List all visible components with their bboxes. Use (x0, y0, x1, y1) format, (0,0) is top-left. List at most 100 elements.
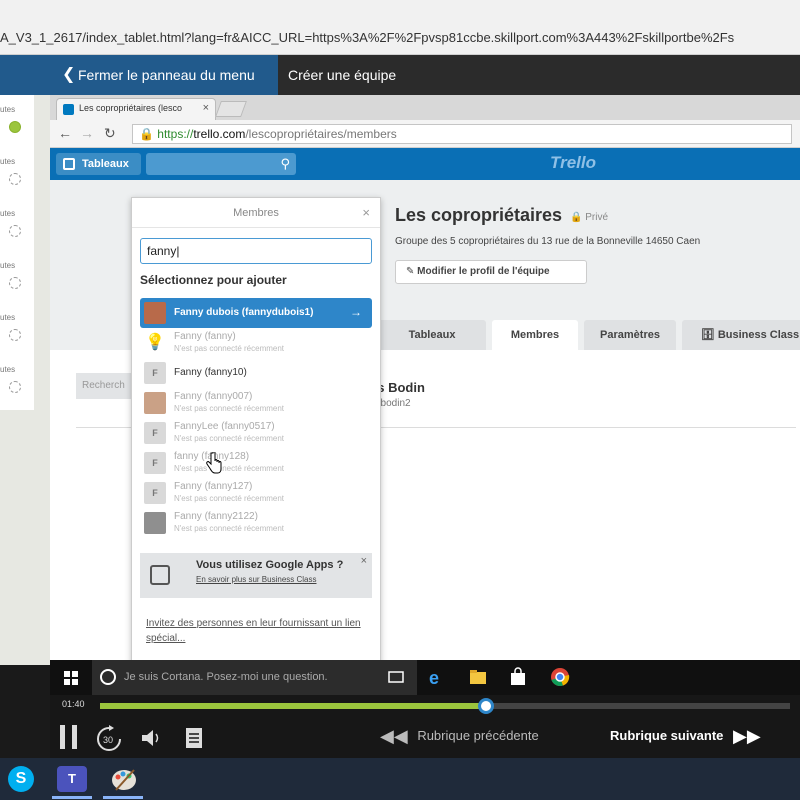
transcript-icon[interactable] (184, 727, 204, 749)
screen: A_V3_1_2617/index_tablet.html?lang=fr&AI… (0, 0, 800, 800)
course-header: ❮ Fermer le panneau du menu Créer une éq… (0, 55, 800, 95)
trello-header: Tableaux ⚲ Trello (50, 148, 800, 180)
member-search-input[interactable]: Recherch (76, 373, 136, 399)
member-search-field[interactable]: fanny| (140, 238, 372, 264)
avatar: F (144, 362, 166, 384)
replay-label: 30 (103, 735, 113, 745)
incomplete-status-icon (9, 225, 21, 237)
trello-search-input[interactable]: ⚲ (146, 153, 296, 175)
incomplete-status-icon (9, 277, 21, 289)
progress-handle[interactable] (478, 698, 495, 714)
member-result-status: N'est pas connecté récemment (174, 344, 285, 353)
close-menu-panel-button[interactable]: ❮ Fermer le panneau du menu (0, 55, 278, 95)
file-explorer-icon[interactable] (468, 667, 488, 687)
next-topic-button[interactable]: Rubrique suivante ▶▶ (610, 726, 761, 747)
tab-bar: Les copropriétaires (lesco × (50, 95, 800, 120)
forward-icon[interactable]: → (80, 125, 94, 141)
member-result-item[interactable]: Ffanny (fanny128) N'est pas connecté réce… (140, 448, 372, 478)
tab-members[interactable]: Membres (492, 320, 578, 350)
avatar: F (144, 422, 166, 444)
trello-favicon-icon (63, 104, 74, 115)
volume-icon[interactable] (140, 727, 164, 749)
pause-button[interactable] (60, 725, 78, 749)
search-icon: ⚲ (280, 156, 290, 171)
back-icon[interactable]: ← (58, 125, 72, 141)
boards-button[interactable]: Tableaux (56, 153, 141, 175)
outer-address-bar[interactable]: A_V3_1_2617/index_tablet.html?lang=fr&AI… (0, 0, 800, 55)
chevron-left-icon: ❮ (62, 66, 76, 83)
close-banner-icon[interactable]: × (361, 555, 367, 567)
avatar (144, 392, 166, 414)
member-result-status: N'est pas connecté récemment (174, 434, 285, 443)
members-popup: Membres × fanny| Sélectionnez pour ajout… (131, 197, 381, 665)
member-result-item[interactable]: 💡 Fanny (fanny) N'est pas connecté récemme… (140, 328, 372, 358)
member-result-name: Fanny (fanny007) (174, 391, 253, 402)
browser-tab[interactable]: Les copropriétaires (lesco × (56, 98, 216, 120)
google-apps-icon (150, 565, 170, 585)
module-item[interactable]: utes (0, 199, 34, 251)
member-result-item[interactable]: Fanny dubois (fannydubois1) → (140, 298, 372, 328)
module-label: utes (0, 157, 16, 166)
store-icon[interactable] (508, 667, 528, 687)
team-name: Les copropriétaires (395, 205, 563, 225)
member-result-status: N'est pas connecté récemment (174, 494, 285, 503)
member-result-item[interactable]: F Fanny (fanny127) N'est pas connecté réce… (140, 478, 372, 508)
module-item[interactable]: utes (0, 355, 34, 407)
task-view-icon[interactable] (386, 667, 406, 687)
popup-title: Membres (132, 198, 380, 228)
previous-topic-button[interactable]: ◀◀ Rubrique précédente (380, 726, 539, 747)
new-tab-button[interactable] (215, 101, 247, 117)
module-item[interactable]: utes (0, 95, 34, 147)
close-popup-icon[interactable]: × (362, 205, 370, 220)
module-label: utes (0, 313, 16, 322)
nav-bar: ← → ↻ 🔒 https://trello.com/lescopropriét… (50, 120, 800, 148)
close-tab-icon[interactable]: × (203, 102, 209, 114)
incomplete-status-icon (9, 329, 21, 341)
paint-icon[interactable] (110, 766, 138, 792)
teams-icon[interactable]: T (57, 766, 87, 792)
chrome-icon[interactable] (550, 667, 570, 687)
address-bar[interactable]: 🔒 https://trello.com/lescopropriétaires/… (132, 124, 792, 144)
tab-title: Les copropriétaires (lesco (79, 103, 183, 113)
module-label: utes (0, 105, 16, 114)
outer-url-text: A_V3_1_2617/index_tablet.html?lang=fr&AI… (0, 30, 735, 45)
select-to-add-heading: Sélectionnez pour ajouter (140, 273, 287, 287)
boards-icon (63, 158, 75, 170)
member-result-item[interactable]: Fanny (fanny2122) N'est pas connecté réce… (140, 508, 372, 538)
tab-settings[interactable]: Paramètres (584, 320, 676, 350)
replay-30-icon[interactable]: 30 (95, 725, 123, 753)
avatar: 💡 (144, 332, 166, 354)
trello-logo[interactable]: Trello (550, 153, 596, 173)
skype-icon[interactable]: S (8, 766, 34, 792)
member-result-item[interactable]: Fanny (fanny007) N'est pas connecté récem… (140, 388, 372, 418)
progress-bar[interactable] (100, 698, 790, 714)
google-apps-title: Vous utilisez Google Apps ? (196, 559, 344, 571)
member-result-name: Fanny dubois (fannydubois1) (174, 307, 314, 318)
tab-business-class[interactable]: 🗄 Business Class (682, 320, 800, 350)
member-result-item[interactable]: F Fanny (fanny10) (140, 358, 372, 388)
windows-start-icon[interactable] (64, 671, 78, 685)
completed-status-icon (9, 121, 21, 133)
edge-icon[interactable]: e (426, 667, 446, 687)
module-item[interactable]: utes (0, 303, 34, 355)
elapsed-time: 01:40 (62, 699, 85, 709)
arrow-right-icon: → (350, 305, 362, 319)
cortana-search-box[interactable]: Je suis Cortana. Posez-moi une question. (92, 660, 417, 695)
avatar (144, 512, 166, 534)
reload-icon[interactable]: ↻ (104, 125, 116, 142)
team-description: Groupe des 5 copropriétaires du 13 rue d… (395, 236, 701, 247)
tab-boards[interactable]: Tableaux (378, 320, 486, 350)
member-result-item[interactable]: F FannyLee (fanny0517) N'est pas connecté … (140, 418, 372, 448)
invite-link[interactable]: Invitez des personnes en leur fournissan… (146, 616, 372, 646)
business-class-link[interactable]: En savoir plus sur Business Class (196, 575, 317, 584)
avatar (144, 302, 166, 324)
member-result-name: FannyLee (fanny0517) (174, 421, 275, 432)
edit-team-profile-button[interactable]: ✎ Modifier le profil de l'équipe (395, 260, 587, 284)
member-result-name: Fanny (fanny127) (174, 481, 253, 492)
module-label: utes (0, 209, 16, 218)
module-item[interactable]: utes (0, 251, 34, 303)
progress-fill (100, 703, 487, 709)
module-label: utes (0, 365, 16, 374)
module-item[interactable]: utes (0, 147, 34, 199)
video-player-controls: 01:40 30 ◀◀ Rubrique précédente Rubrique… (50, 695, 800, 758)
